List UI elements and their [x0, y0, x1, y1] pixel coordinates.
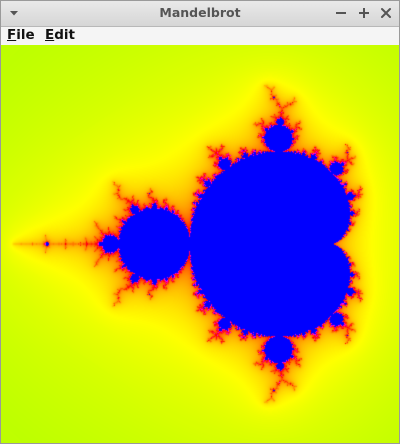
menu-edit-label-rest: dit [54, 27, 75, 43]
maximize-button[interactable] [356, 5, 372, 21]
minus-icon [336, 12, 346, 14]
menu-file[interactable]: File [7, 27, 35, 45]
app-window: Mandelbrot File Edit [0, 0, 400, 444]
menu-edit-mnemonic: E [45, 27, 55, 43]
menu-bar: File Edit [1, 27, 399, 45]
close-button[interactable] [378, 5, 394, 21]
menu-file-mnemonic: F [7, 27, 17, 43]
plus-icon [359, 8, 369, 18]
menu-edit[interactable]: Edit [45, 27, 75, 45]
x-icon [381, 8, 391, 18]
minimize-button[interactable] [333, 5, 349, 21]
menu-file-label-rest: ile [16, 27, 35, 43]
title-bar[interactable]: Mandelbrot [1, 1, 399, 27]
mandelbrot-canvas[interactable] [1, 45, 399, 443]
fractal-view[interactable] [1, 45, 399, 443]
